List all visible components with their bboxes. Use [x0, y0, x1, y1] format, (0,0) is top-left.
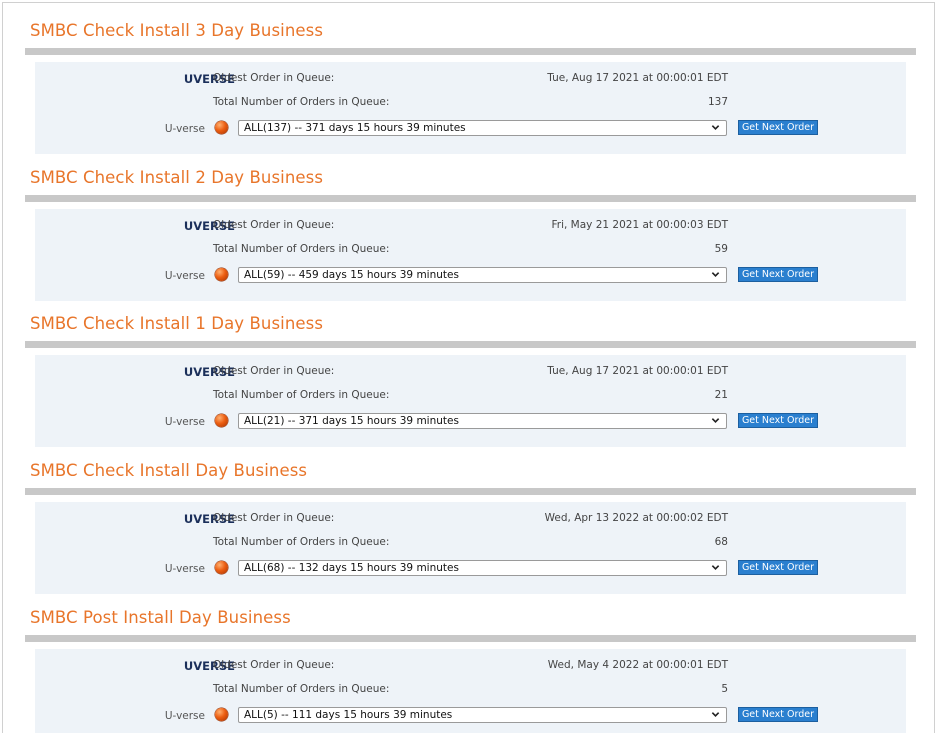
- oldest-order-value: Fri, May 21 2021 at 00:00:03 EDT: [551, 219, 728, 231]
- get-next-order-button[interactable]: Get Next Order: [738, 707, 818, 722]
- section-title: SMBC Check Install 1 Day Business: [30, 314, 324, 333]
- total-orders-label: Total Number of Orders in Queue:: [213, 389, 390, 401]
- section-title: SMBC Check Install 2 Day Business: [30, 168, 324, 187]
- product-label: U-verse: [164, 270, 205, 282]
- get-next-order-button[interactable]: Get Next Order: [738, 267, 818, 282]
- total-orders-value: 68: [714, 536, 728, 548]
- total-orders-value: 59: [714, 243, 728, 255]
- oldest-order-value: Wed, May 4 2022 at 00:00:01 EDT: [547, 659, 728, 671]
- get-next-order-button[interactable]: Get Next Order: [738, 560, 818, 575]
- section-title: SMBC Post Install Day Business: [30, 608, 291, 627]
- chevron-down-icon: [711, 272, 720, 277]
- order-filter-select[interactable]: ALL(68) -- 132 days 15 hours 39 minutes: [238, 560, 727, 576]
- order-filter-value: ALL(68) -- 132 days 15 hours 39 minutes: [244, 562, 459, 574]
- queue-section: SMBC Post Install Day Business UVERSE Ol…: [3, 590, 934, 733]
- red-orb-icon: [215, 268, 228, 281]
- chevron-down-icon: [711, 125, 720, 130]
- oldest-order-label: Oldest Order in Queue:: [213, 512, 335, 524]
- red-orb-icon: [215, 121, 228, 134]
- order-filter-select[interactable]: ALL(59) -- 459 days 15 hours 39 minutes: [238, 267, 727, 283]
- section-title: SMBC Check Install 3 Day Business: [30, 21, 324, 40]
- section-divider: [25, 48, 916, 55]
- queue-panel: UVERSE Oldest Order in Queue: Wed, Apr 1…: [35, 502, 906, 594]
- total-orders-label: Total Number of Orders in Queue:: [213, 683, 390, 695]
- oldest-order-label: Oldest Order in Queue:: [213, 219, 335, 231]
- queue-section: SMBC Check Install Day Business UVERSE O…: [3, 443, 934, 594]
- total-orders-label: Total Number of Orders in Queue:: [213, 536, 390, 548]
- section-divider: [25, 195, 916, 202]
- oldest-order-value: Wed, Apr 13 2022 at 00:00:02 EDT: [544, 512, 728, 524]
- queue-section: SMBC Check Install 2 Day Business UVERSE…: [3, 150, 934, 301]
- queue-panel: UVERSE Oldest Order in Queue: Fri, May 2…: [35, 209, 906, 301]
- section-divider: [25, 341, 916, 348]
- order-filter-select[interactable]: ALL(21) -- 371 days 15 hours 39 minutes: [238, 413, 727, 429]
- oldest-order-label: Oldest Order in Queue:: [213, 659, 335, 671]
- total-orders-value: 21: [714, 389, 728, 401]
- total-orders-value: 5: [721, 683, 728, 695]
- oldest-order-label: Oldest Order in Queue:: [213, 72, 335, 84]
- queue-panel: UVERSE Oldest Order in Queue: Wed, May 4…: [35, 649, 906, 733]
- queue-section: SMBC Check Install 1 Day Business UVERSE…: [3, 296, 934, 447]
- queue-section: SMBC Check Install 3 Day Business UVERSE…: [3, 3, 934, 154]
- oldest-order-value: Tue, Aug 17 2021 at 00:00:01 EDT: [547, 72, 728, 84]
- total-orders-value: 137: [707, 96, 728, 108]
- red-orb-icon: [215, 414, 228, 427]
- order-filter-value: ALL(21) -- 371 days 15 hours 39 minutes: [244, 415, 459, 427]
- queue-page: SMBC Check Install 3 Day Business UVERSE…: [2, 2, 935, 733]
- product-label: U-verse: [164, 710, 205, 722]
- section-divider: [25, 635, 916, 642]
- order-filter-value: ALL(59) -- 459 days 15 hours 39 minutes: [244, 269, 459, 281]
- get-next-order-button[interactable]: Get Next Order: [738, 413, 818, 428]
- order-filter-select[interactable]: ALL(5) -- 111 days 15 hours 39 minutes: [238, 707, 727, 723]
- oldest-order-label: Oldest Order in Queue:: [213, 365, 335, 377]
- product-label: U-verse: [164, 123, 205, 135]
- oldest-order-value: Tue, Aug 17 2021 at 00:00:01 EDT: [547, 365, 728, 377]
- order-filter-value: ALL(137) -- 371 days 15 hours 39 minutes: [244, 122, 466, 134]
- chevron-down-icon: [711, 565, 720, 570]
- section-divider: [25, 488, 916, 495]
- product-label: U-verse: [164, 563, 205, 575]
- get-next-order-button[interactable]: Get Next Order: [738, 120, 818, 135]
- queue-panel: UVERSE Oldest Order in Queue: Tue, Aug 1…: [35, 62, 906, 154]
- total-orders-label: Total Number of Orders in Queue:: [213, 243, 390, 255]
- chevron-down-icon: [711, 712, 720, 717]
- total-orders-label: Total Number of Orders in Queue:: [213, 96, 390, 108]
- section-title: SMBC Check Install Day Business: [30, 461, 308, 480]
- order-filter-value: ALL(5) -- 111 days 15 hours 39 minutes: [244, 709, 453, 721]
- order-filter-select[interactable]: ALL(137) -- 371 days 15 hours 39 minutes: [238, 120, 727, 136]
- red-orb-icon: [215, 561, 228, 574]
- product-label: U-verse: [164, 416, 205, 428]
- queue-panel: UVERSE Oldest Order in Queue: Tue, Aug 1…: [35, 355, 906, 447]
- chevron-down-icon: [711, 418, 720, 423]
- red-orb-icon: [215, 708, 228, 721]
